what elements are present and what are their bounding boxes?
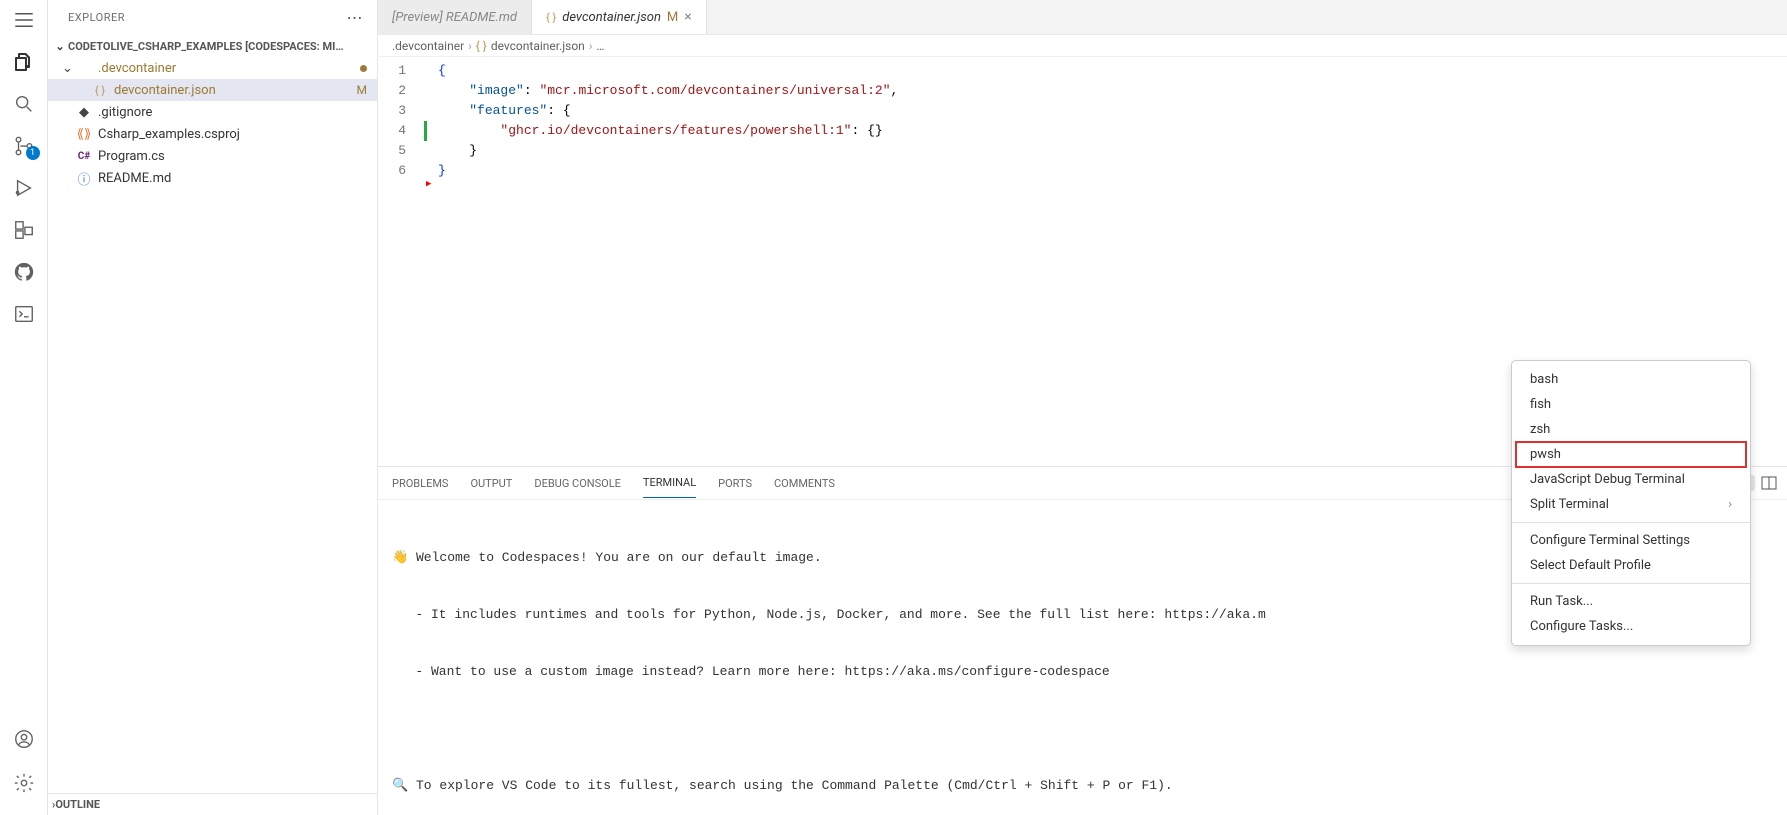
terminal-profile-menu: bash fish zsh pwsh JavaScript Debug Terminal… (1511, 360, 1751, 646)
sidebar-title-row: EXPLORER ⋯ (48, 0, 377, 35)
editor-tab[interactable]: [Preview] README.md (378, 0, 532, 34)
menu-item-label: Run Task... (1530, 594, 1593, 609)
xml-icon: ⟪⟫ (76, 126, 92, 142)
file-item[interactable]: { }devcontainer.jsonM (48, 79, 377, 101)
panel-tab[interactable]: OUTPUT (470, 469, 512, 498)
file-name: .devcontainer (98, 61, 176, 76)
menu-item-label: Split Terminal (1530, 497, 1609, 512)
file-item[interactable]: ⓘ README.md (48, 167, 377, 189)
file-name: devcontainer.json (114, 83, 216, 98)
fold-gutter: ▶ (428, 57, 438, 466)
terminal-line: - Want to use a custom image instead? Le… (392, 662, 1773, 681)
chevron-down-icon: ⌄ (52, 40, 68, 53)
menu-item[interactable]: Run Task... (1512, 589, 1750, 614)
chevron-right-icon: › (589, 39, 593, 53)
folder-icon (76, 60, 92, 76)
panel: PROBLEMS OUTPUT DEBUG CONSOLE TERMINAL PORTS… (378, 466, 1787, 815)
main: [Preview] README.md { } devcontainer.json M… (378, 0, 1787, 815)
menu-item[interactable]: Configure Terminal Settings (1512, 528, 1750, 553)
menu-item-label: Configure Tasks... (1530, 619, 1633, 634)
menu-item-label: bash (1530, 372, 1558, 387)
file-item[interactable]: C# Program.cs (48, 145, 377, 167)
workspace-header[interactable]: ⌄ CODETOLIVE_CSHARP_EXAMPLES [CODESPACES… (48, 35, 377, 57)
panel-tab[interactable]: COMMENTS (774, 469, 835, 498)
tab-label: [Preview] README.md (392, 10, 517, 25)
close-icon[interactable]: × (684, 9, 691, 25)
outline-header[interactable]: › OUTLINE (48, 793, 377, 815)
code[interactable]: { "image": "mcr.microsoft.com/devcontain… (438, 57, 898, 466)
chevron-right-icon: › (1728, 497, 1732, 512)
menu-item-label: zsh (1530, 422, 1550, 437)
menu-item[interactable]: pwsh (1516, 442, 1746, 467)
git-icon: ◆ (76, 104, 92, 120)
split-icon[interactable] (1761, 475, 1777, 491)
json-icon: { } (546, 11, 556, 24)
terminal-line: 🔍 To explore VS Code to its fullest, sea… (392, 776, 1773, 795)
sidebar: EXPLORER ⋯ ⌄ CODETOLIVE_CSHARP_EXAMPLES … (48, 0, 378, 815)
search-icon[interactable] (12, 92, 36, 116)
extensions-icon[interactable] (12, 218, 36, 242)
menu-item-label: Configure Terminal Settings (1530, 533, 1690, 548)
chevron-right-icon: › (468, 39, 472, 53)
menu-item-label: Select Default Profile (1530, 558, 1651, 573)
terminal-panel-icon[interactable] (12, 302, 36, 326)
accounts-icon[interactable] (12, 727, 36, 751)
breadcrumb-suffix: … (596, 39, 604, 53)
explorer-icon[interactable] (12, 50, 36, 74)
editor-tabs: [Preview] README.md { } devcontainer.json M… (378, 0, 1787, 35)
github-icon[interactable] (12, 260, 36, 284)
panel-tab[interactable]: PORTS (718, 469, 752, 498)
activity-bar: 1 (0, 0, 48, 815)
menu-item[interactable]: zsh (1512, 417, 1750, 442)
outline-label: OUTLINE (55, 798, 100, 811)
folder-item[interactable]: ⌄.devcontainer (48, 57, 377, 79)
cs-icon: C# (76, 148, 92, 164)
workspace-name: CODETOLIVE_CSHARP_EXAMPLES [CODESPACES: … (68, 40, 344, 53)
file-tree: ⌄.devcontainer{ }devcontainer.jsonM◆.git… (48, 57, 377, 793)
breadcrumb[interactable]: .devcontainer › { } devcontainer.json › … (378, 35, 1787, 57)
settings-gear-icon[interactable] (12, 771, 36, 795)
panel-tab[interactable]: TERMINAL (643, 468, 696, 498)
file-item[interactable]: ◆ .gitignore (48, 101, 377, 123)
line-numbers: 123456 (378, 57, 424, 466)
panel-tab[interactable]: DEBUG CONSOLE (534, 469, 621, 498)
source-control-icon[interactable]: 1 (12, 134, 36, 158)
sidebar-title: EXPLORER (68, 11, 125, 24)
run-debug-icon[interactable] (12, 176, 36, 200)
scm-badge: 1 (26, 146, 40, 160)
menu-item[interactable]: fish (1512, 392, 1750, 417)
breadcrumb-file: devcontainer.json (491, 39, 585, 53)
menu-item-label: JavaScript Debug Terminal (1530, 472, 1685, 487)
file-item[interactable]: ⟪⟫ Csharp_examples.csproj (48, 123, 377, 145)
file-name: Program.cs (98, 149, 165, 164)
breadcrumb-folder: .devcontainer (392, 39, 464, 53)
menu-item[interactable]: Split Terminal › (1512, 492, 1750, 517)
error-marker-icon: ▶ (426, 179, 431, 189)
editor-tab[interactable]: { } devcontainer.json M × (532, 0, 707, 34)
file-name: .gitignore (98, 105, 152, 120)
info-icon: ⓘ (76, 170, 92, 186)
panel-tab[interactable]: PROBLEMS (392, 469, 448, 498)
menu-item[interactable]: JavaScript Debug Terminal (1512, 467, 1750, 492)
tab-label: devcontainer.json (562, 10, 661, 25)
file-name: README.md (98, 171, 171, 186)
json-icon: { } (476, 39, 487, 53)
json-icon: { } (92, 82, 108, 98)
file-name: Csharp_examples.csproj (98, 127, 240, 142)
menu-icon[interactable] (12, 8, 36, 32)
sidebar-more-icon[interactable]: ⋯ (347, 8, 364, 27)
menu-item-label: pwsh (1530, 447, 1561, 462)
menu-item[interactable]: Select Default Profile (1512, 553, 1750, 578)
menu-item[interactable]: Configure Tasks... (1512, 614, 1750, 639)
tab-status: M (667, 10, 678, 25)
menu-item-label: fish (1530, 397, 1551, 412)
menu-item[interactable]: bash (1512, 367, 1750, 392)
